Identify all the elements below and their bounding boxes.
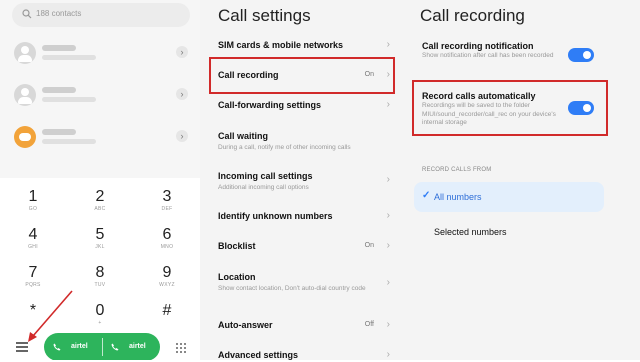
notification-label: Call recording notification — [422, 41, 534, 51]
chevron-right-icon: › — [386, 174, 390, 185]
auto-record-toggle[interactable] — [568, 101, 594, 115]
notification-toggle[interactable] — [568, 48, 594, 62]
chevron-right-icon: › — [386, 277, 390, 288]
auto-record-desc: Recordings will be saved to the folder M… — [422, 102, 556, 126]
chevron-right-icon: › — [386, 39, 390, 50]
checkmark-icon: ✓ — [422, 190, 431, 201]
chevron-right-icon: › — [386, 99, 390, 110]
option-all-numbers[interactable]: ✓ All numbers — [414, 182, 604, 212]
page-title: Call settings — [218, 6, 311, 25]
setting-identify-unknown[interactable]: Identify unknown numbers › — [200, 210, 400, 227]
page-title: Call recording — [420, 6, 525, 25]
chevron-right-icon: › — [386, 240, 390, 251]
call-recording-panel: Call recording Call recording notificati… — [400, 0, 640, 360]
setting-blocklist[interactable]: Blocklist On › — [200, 240, 400, 257]
dialer-panel: 188 contacts › › › 1 GO 2 ABC 3 DEF 4 GHI 5J… — [0, 0, 200, 360]
setting-auto-answer[interactable]: Auto-answer Off › — [200, 319, 400, 336]
setting-location[interactable]: Location Show contact location, Don't au… — [200, 272, 400, 302]
chevron-right-icon: › — [386, 210, 390, 221]
highlight-box — [209, 57, 395, 94]
chevron-right-icon: › — [386, 319, 390, 330]
setting-call-waiting[interactable]: Call waiting During a call, notify me of… — [200, 131, 400, 155]
setting-advanced[interactable]: Advanced settings › — [200, 349, 400, 362]
call-settings-panel: Call settings SIM cards & mobile network… — [200, 0, 400, 360]
option-selected-numbers[interactable]: Selected numbers — [414, 217, 604, 247]
chevron-right-icon: › — [386, 349, 390, 360]
section-header: RECORD CALLS FROM — [422, 167, 492, 173]
setting-incoming-call[interactable]: Incoming call settings Additional incomi… — [200, 171, 400, 195]
setting-call-forwarding[interactable]: Call-forwarding settings › — [200, 99, 400, 122]
notification-desc: Show notification after call has been re… — [422, 52, 554, 59]
annotation-arrow — [28, 290, 73, 342]
auto-record-label: Record calls automatically — [422, 91, 536, 101]
